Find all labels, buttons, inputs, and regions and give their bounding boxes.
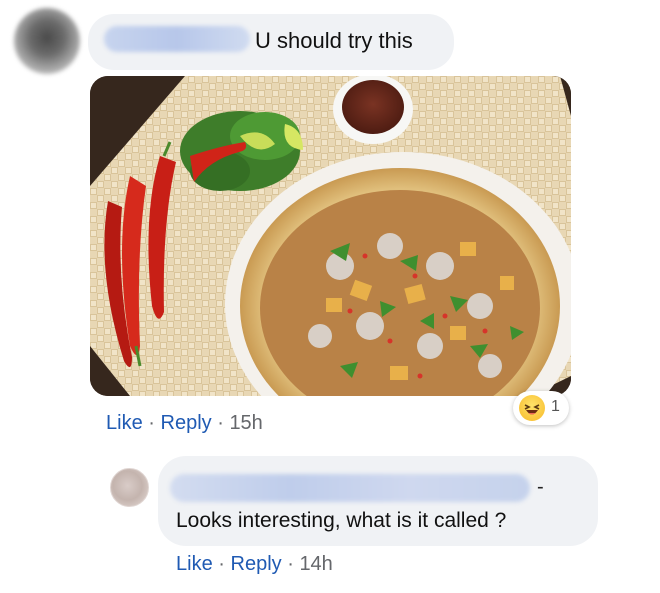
reply-text: Looks interesting, what is it called ? [176,509,507,532]
separator: · [148,412,155,434]
timestamp[interactable]: 14h [299,553,332,575]
reply-link[interactable]: Reply [231,553,282,575]
replier-name-blurred[interactable] [170,474,530,502]
separator: · [287,553,294,575]
comment-actions: Like · Reply · 15h [106,412,263,435]
timestamp[interactable]: 15h [229,412,262,434]
name-dash: - [537,476,544,498]
pizza-image [90,76,571,396]
separator: · [218,553,225,575]
comment-photo[interactable] [90,76,571,396]
like-link[interactable]: Like [106,412,143,434]
reply-actions: Like · Reply · 14h [176,553,333,576]
commenter-avatar[interactable] [14,8,80,74]
like-link[interactable]: Like [176,553,213,575]
reaction-count: 1 [551,398,560,415]
reply-link[interactable]: Reply [161,412,212,434]
comment-text: U should try this [255,28,413,53]
separator: · [217,412,224,434]
commenter-name-blurred[interactable] [104,26,250,52]
replier-avatar[interactable] [110,468,149,507]
laughing-emoji-icon [519,395,545,421]
